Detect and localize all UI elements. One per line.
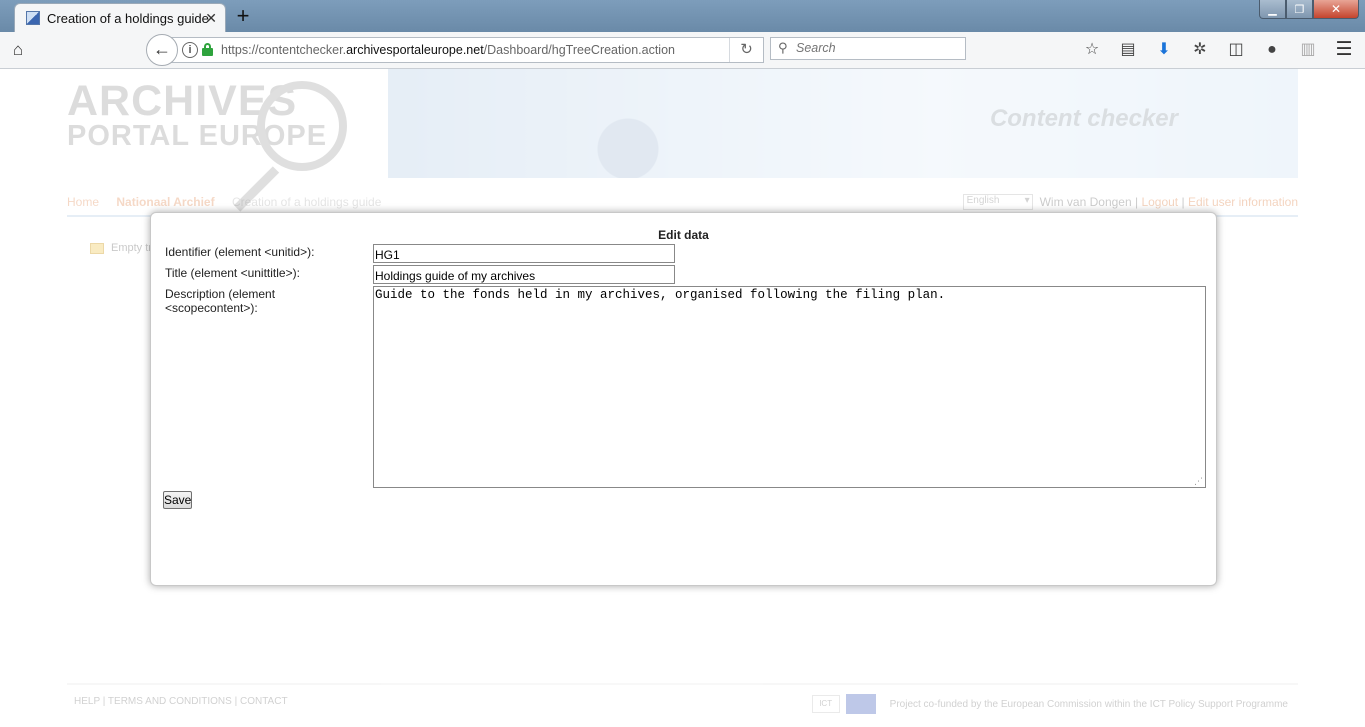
search-bar[interactable]: ⚲ [770, 37, 966, 60]
close-window-icon[interactable]: ✕ [1313, 0, 1359, 19]
info-icon[interactable]: i [182, 42, 198, 58]
ict-logo: ICT [811, 695, 840, 713]
breadcrumb-institution[interactable]: Nationaal Archief [116, 195, 214, 209]
dialog-title: Edit data [658, 228, 709, 242]
minimize-icon[interactable]: ▁ [1259, 0, 1286, 19]
new-tab-icon[interactable]: + [232, 3, 254, 29]
identifier-input[interactable] [373, 244, 675, 263]
close-tab-icon[interactable]: ✕ [205, 10, 217, 27]
header-banner: Content checker [388, 69, 1298, 178]
addon-icon[interactable]: ● [1260, 38, 1284, 62]
toolbar-icons: ☆ ▤ ⬇ ✲ ◫ ● ▥ [1080, 38, 1332, 62]
title-label: Title (element <unittitle>): [165, 266, 300, 280]
search-icon: ⚲ [778, 40, 788, 55]
archives-portal-logo[interactable]: ARCHIVES PORTAL EUROPE [67, 80, 367, 212]
description-label: Description (element <scopecontent>): [165, 287, 276, 315]
breadcrumb-current: Creation of a holdings guide [231, 195, 382, 209]
footer-funding-text: Project co-funded by the European Commis… [889, 698, 1288, 710]
url-bar[interactable]: i https://contentchecker.archivesportale… [168, 37, 764, 63]
banner-title: Content checker [989, 105, 1178, 132]
search-input[interactable] [796, 41, 961, 55]
logout-link[interactable]: Logout [1141, 195, 1178, 209]
description-textarea[interactable]: Guide to the fonds held in my archives, … [373, 286, 1206, 488]
reader-view-icon[interactable]: ▥ [1296, 38, 1320, 62]
hamburger-menu-icon[interactable]: ☰ [1333, 39, 1355, 61]
user-bar: English Wim van Dongen | Logout | Edit u… [962, 194, 1298, 210]
favicon-icon [26, 11, 40, 25]
edit-user-link[interactable]: Edit user information [1188, 195, 1298, 209]
download-icon[interactable]: ⬇ [1152, 38, 1176, 62]
home-icon[interactable]: ⌂ [8, 40, 28, 60]
breadcrumb: Home Nationaal Archief Creation of a hol… [67, 195, 395, 209]
back-arrow-icon[interactable]: ← [146, 34, 178, 66]
sidebar-icon[interactable]: ◫ [1224, 38, 1248, 62]
footer: HELP | TERMS AND CONDITIONS | CONTACT IC… [67, 683, 1298, 714]
reading-list-icon[interactable]: ▤ [1116, 38, 1140, 62]
resize-handle-icon[interactable]: ⋰ [1194, 476, 1204, 486]
browser-navbar: ⌂ ← i https://contentchecker.archivespor… [0, 32, 1365, 69]
eu-flag-icon [845, 694, 876, 714]
save-button[interactable]: Save [163, 491, 192, 509]
extension-icon[interactable]: ✲ [1188, 38, 1212, 62]
title-input[interactable] [373, 265, 675, 284]
edit-data-dialog: Edit data Identifier (element <unitid>):… [150, 212, 1217, 586]
browser-titlebar: Creation of a holdings guide ✕ + ▁ ❐ ✕ [0, 0, 1365, 32]
lock-icon [202, 43, 213, 56]
breadcrumb-home[interactable]: Home [67, 195, 99, 209]
footer-links[interactable]: HELP | TERMS AND CONDITIONS | CONTACT [74, 696, 288, 707]
url-text[interactable]: https://contentchecker.archivesportaleur… [221, 43, 675, 57]
identifier-label: Identifier (element <unitid>): [165, 245, 315, 259]
magnifier-icon [257, 81, 347, 171]
folder-icon [90, 242, 104, 254]
tab-title: Creation of a holdings guide [47, 10, 209, 26]
bookmark-star-icon[interactable]: ☆ [1080, 38, 1104, 62]
user-name: Wim van Dongen [1039, 195, 1132, 209]
language-select[interactable]: English [962, 194, 1033, 210]
restore-icon[interactable]: ❐ [1286, 0, 1313, 19]
window-controls: ▁ ❐ ✕ [1259, 0, 1359, 19]
browser-tab[interactable]: Creation of a holdings guide ✕ [14, 3, 226, 32]
reload-icon[interactable]: ↻ [729, 38, 763, 62]
